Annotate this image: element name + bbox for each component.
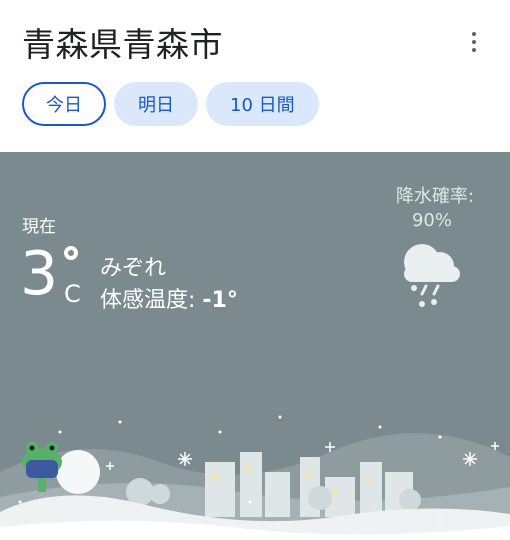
header: 青森県青森市 今日 明日 10 日間 [0,0,510,152]
feels-like-value: -1° [202,288,238,313]
tab-tomorrow[interactable]: 明日 [114,82,198,126]
feels-like: 体感温度: -1° [100,282,238,314]
tab-bar: 今日 明日 10 日間 [22,82,319,126]
precip-value: 90% [411,210,452,231]
degree-icon [64,246,78,260]
more-vert-icon[interactable] [468,32,480,54]
feels-like-label: 体感温度: [100,288,203,313]
condition-text: みぞれ [100,256,167,281]
sleet-icon [404,244,460,307]
temperature-value: 3 [20,239,59,309]
tab-10-days[interactable]: 10 日間 [206,82,319,126]
tab-today[interactable]: 今日 [22,82,106,126]
current-label: 現在 [22,217,56,237]
precip-label: 降水確率: [395,186,474,207]
location-title: 青森県青森市 [22,25,223,64]
weather-panel: 現在 3 C みぞれ 体感温度: -1° 降水確率: 90% [0,152,510,540]
snow-scene-illustration [0,415,510,540]
temperature-unit: C [64,280,81,308]
